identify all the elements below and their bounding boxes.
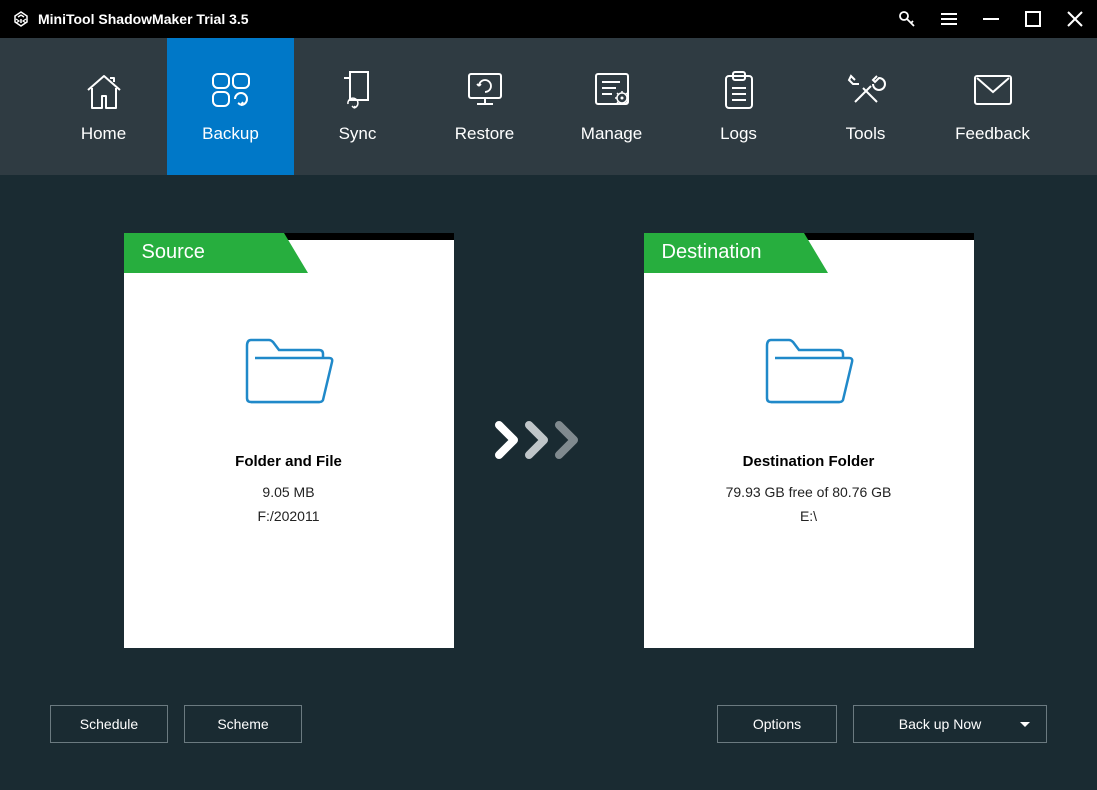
main-nav: Home Backup Sync Restore Manage Logs T bbox=[0, 38, 1097, 175]
destination-title: Destination Folder bbox=[743, 453, 875, 470]
restore-icon bbox=[463, 70, 507, 112]
nav-label: Home bbox=[81, 124, 126, 144]
logs-icon bbox=[720, 70, 758, 112]
options-button[interactable]: Options bbox=[717, 705, 837, 743]
nav-label: Tools bbox=[846, 124, 886, 144]
menu-icon[interactable] bbox=[939, 9, 959, 29]
nav-manage[interactable]: Manage bbox=[548, 38, 675, 175]
tools-icon bbox=[845, 70, 887, 112]
nav-home[interactable]: Home bbox=[40, 38, 167, 175]
nav-tools[interactable]: Tools bbox=[802, 38, 929, 175]
destination-free: 79.93 GB free of 80.76 GB bbox=[726, 484, 892, 500]
source-title: Folder and File bbox=[235, 453, 342, 470]
sync-icon bbox=[340, 70, 376, 112]
nav-label: Logs bbox=[720, 124, 757, 144]
maximize-icon[interactable] bbox=[1023, 9, 1043, 29]
titlebar: MiniTool ShadowMaker Trial 3.5 bbox=[0, 0, 1097, 38]
nav-sync[interactable]: Sync bbox=[294, 38, 421, 175]
destination-card[interactable]: Destination Destination Folder 79.93 GB … bbox=[644, 233, 974, 648]
schedule-button[interactable]: Schedule bbox=[50, 705, 168, 743]
folder-icon bbox=[239, 328, 339, 413]
source-size: 9.05 MB bbox=[262, 484, 314, 500]
nav-restore[interactable]: Restore bbox=[421, 38, 548, 175]
source-card[interactable]: Source Folder and File 9.05 MB F:/202011 bbox=[124, 233, 454, 648]
destination-path: E:\ bbox=[800, 508, 817, 524]
home-icon bbox=[82, 70, 126, 112]
source-header: Source bbox=[142, 241, 205, 264]
nav-label: Manage bbox=[581, 124, 642, 144]
app-title: MiniTool ShadowMaker Trial 3.5 bbox=[38, 11, 249, 27]
destination-header: Destination bbox=[662, 241, 762, 264]
folder-icon bbox=[759, 328, 859, 413]
nav-backup[interactable]: Backup bbox=[167, 38, 294, 175]
footer: Schedule Scheme Options Back up Now bbox=[0, 705, 1097, 790]
close-icon[interactable] bbox=[1065, 9, 1085, 29]
nav-label: Feedback bbox=[955, 124, 1030, 144]
feedback-icon bbox=[971, 70, 1015, 112]
manage-icon bbox=[590, 70, 634, 112]
backup-icon bbox=[207, 70, 255, 112]
nav-label: Backup bbox=[202, 124, 259, 144]
source-path: F:/202011 bbox=[257, 508, 319, 524]
arrows-icon bbox=[494, 415, 604, 465]
app-logo-icon bbox=[12, 10, 30, 28]
nav-feedback[interactable]: Feedback bbox=[929, 38, 1056, 175]
content-area: Source Folder and File 9.05 MB F:/202011… bbox=[0, 175, 1097, 705]
key-icon[interactable] bbox=[897, 9, 917, 29]
scheme-button[interactable]: Scheme bbox=[184, 705, 302, 743]
nav-logs[interactable]: Logs bbox=[675, 38, 802, 175]
minimize-icon[interactable] bbox=[981, 9, 1001, 29]
backup-now-button[interactable]: Back up Now bbox=[853, 705, 1047, 743]
nav-label: Restore bbox=[455, 124, 515, 144]
nav-label: Sync bbox=[339, 124, 377, 144]
